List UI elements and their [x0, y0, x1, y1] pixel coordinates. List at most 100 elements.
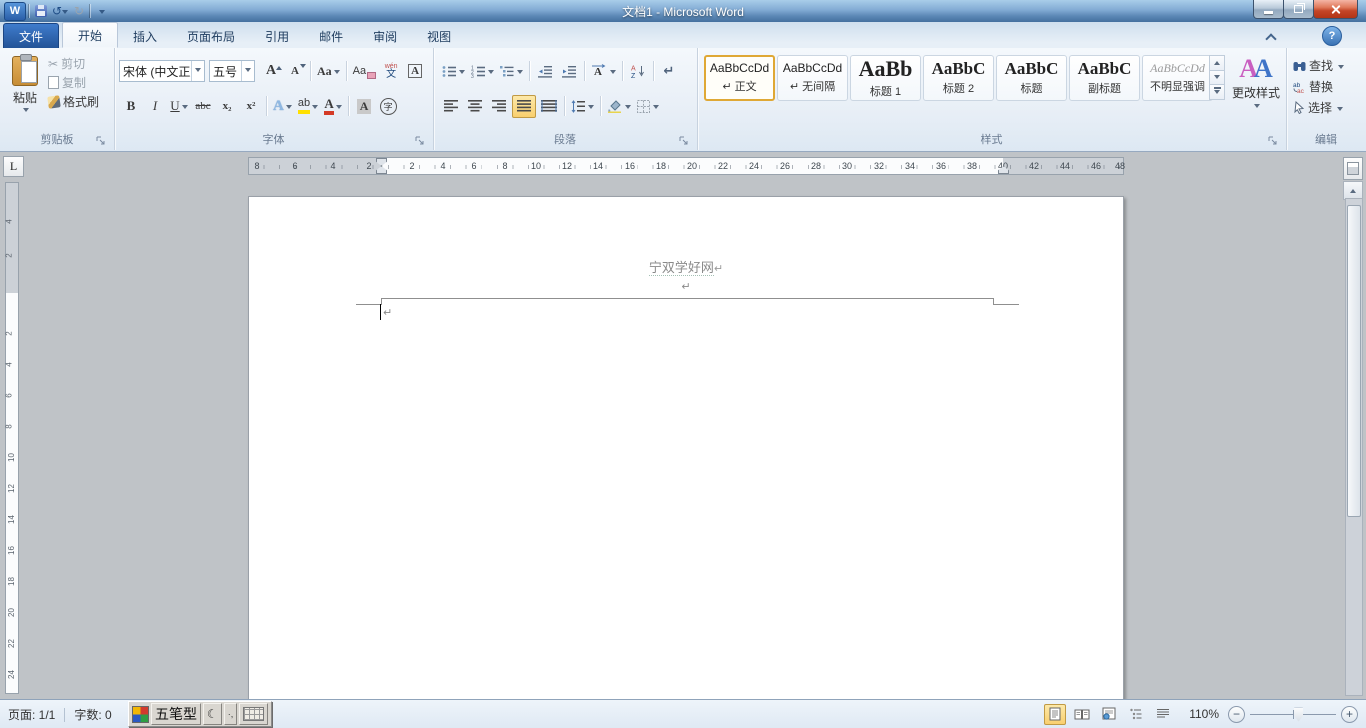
align-left-button[interactable]: [440, 96, 462, 117]
ribbon-tab[interactable]: 页面布局: [172, 25, 250, 48]
ribbon-tab[interactable]: 审阅: [358, 25, 412, 48]
ime-fullhalf-button[interactable]: ☾: [203, 703, 222, 725]
font-size-combo[interactable]: 五号: [209, 60, 255, 82]
chevron-down-icon[interactable]: [459, 70, 465, 77]
chevron-down-icon[interactable]: [286, 105, 292, 112]
font-dialog-launcher[interactable]: [415, 136, 425, 146]
page-indicator[interactable]: 页面: 1/1: [8, 706, 55, 723]
zoom-level[interactable]: 110%: [1189, 707, 1219, 721]
style-card[interactable]: AaBbC 标题: [996, 55, 1067, 101]
line-spacing-button[interactable]: [569, 96, 596, 117]
zoom-in-button[interactable]: +: [1341, 706, 1358, 723]
styles-dialog-launcher[interactable]: [1268, 136, 1278, 146]
ribbon-tab[interactable]: 开始: [62, 22, 118, 48]
zoom-slider-thumb[interactable]: [1294, 708, 1303, 722]
chevron-down-icon[interactable]: [191, 61, 204, 81]
underline-button[interactable]: U: [168, 96, 190, 117]
gallery-up-button[interactable]: [1209, 55, 1225, 71]
collapse-ribbon-button[interactable]: [1264, 31, 1278, 43]
style-card[interactable]: AaBbC 标题 2: [923, 55, 994, 101]
multilevel-list-button[interactable]: [498, 61, 525, 82]
help-button[interactable]: ?: [1322, 26, 1342, 46]
view-web-layout-button[interactable]: [1098, 704, 1120, 725]
font-color-button[interactable]: A: [322, 96, 344, 117]
ime-logo-icon[interactable]: [132, 706, 149, 723]
chevron-down-icon[interactable]: [488, 70, 494, 77]
bold-button[interactable]: B: [120, 96, 142, 117]
decrease-indent-button[interactable]: [534, 61, 556, 82]
replace-button[interactable]: abac 替换: [1293, 77, 1344, 96]
sort-button[interactable]: AZ: [627, 61, 649, 82]
chevron-down-icon[interactable]: [336, 105, 342, 112]
chevron-down-icon[interactable]: [312, 105, 318, 112]
find-button[interactable]: 查找: [1293, 56, 1344, 75]
tab-stop-selector[interactable]: L: [3, 156, 24, 177]
character-shading-button[interactable]: A: [353, 96, 375, 117]
increase-indent-button[interactable]: [558, 61, 580, 82]
align-center-button[interactable]: [464, 96, 486, 117]
ime-mode-button[interactable]: 五笔型: [151, 703, 201, 725]
change-styles-button[interactable]: AA 更改样式: [1230, 52, 1282, 134]
align-right-button[interactable]: [488, 96, 510, 117]
grow-font-button[interactable]: A: [260, 61, 282, 82]
zoom-slider[interactable]: [1250, 707, 1336, 722]
clipboard-dialog-launcher[interactable]: [96, 136, 106, 146]
strikethrough-button[interactable]: abc: [192, 96, 214, 117]
ribbon-tab[interactable]: 视图: [412, 25, 466, 48]
style-card[interactable]: AaBbCcDd 不明显强调: [1142, 55, 1213, 101]
chevron-down-icon[interactable]: [182, 105, 188, 112]
text-highlight-button[interactable]: ab: [296, 96, 320, 117]
vertical-ruler[interactable]: 42 24681012141618202224: [5, 182, 19, 694]
text-effects-button[interactable]: A: [271, 96, 294, 117]
header-text-line[interactable]: 宁双学好网↵: [249, 257, 1123, 276]
ime-softkeyboard-button[interactable]: [239, 703, 268, 725]
cut-button[interactable]: ✂剪切: [48, 54, 112, 73]
ribbon-tab[interactable]: 插入: [118, 25, 172, 48]
chevron-down-icon[interactable]: [625, 105, 631, 112]
chevron-down-icon[interactable]: [653, 105, 659, 112]
style-card[interactable]: AaBbCcDd ↵ 无间隔: [777, 55, 848, 101]
show-marks-button[interactable]: ↵: [658, 61, 680, 82]
subscript-button[interactable]: x₂: [216, 96, 238, 117]
chevron-down-icon[interactable]: [588, 105, 594, 112]
gallery-more-button[interactable]: [1209, 84, 1225, 100]
superscript-button[interactable]: x²: [240, 96, 262, 117]
numbering-button[interactable]: 123: [469, 61, 496, 82]
gallery-down-button[interactable]: [1209, 70, 1225, 86]
style-card[interactable]: AaBbC 副标题: [1069, 55, 1140, 101]
paste-button[interactable]: 粘贴: [4, 52, 46, 130]
ribbon-tab[interactable]: 邮件: [304, 25, 358, 48]
shrink-font-button[interactable]: A: [284, 61, 306, 82]
view-fullscreen-reading-button[interactable]: [1071, 704, 1093, 725]
view-draft-button[interactable]: [1152, 704, 1174, 725]
paragraph-dialog-launcher[interactable]: [679, 136, 689, 146]
copy-button[interactable]: 复制: [48, 73, 112, 92]
clear-formatting-button[interactable]: Aa: [351, 61, 378, 82]
enclose-characters-button[interactable]: 字: [377, 96, 399, 117]
bullets-button[interactable]: [440, 61, 467, 82]
close-button[interactable]: [1313, 0, 1358, 19]
restore-button[interactable]: [1283, 0, 1314, 19]
style-card[interactable]: AaBbCcDd ↵ 正文: [704, 55, 775, 101]
style-card[interactable]: AaBb 标题 1: [850, 55, 921, 101]
scrollbar-thumb[interactable]: [1347, 205, 1361, 517]
character-border-button[interactable]: A: [404, 61, 426, 82]
distribute-button[interactable]: [538, 96, 560, 117]
word-count[interactable]: 字数: 0: [74, 706, 111, 723]
change-case-button[interactable]: Aa: [315, 61, 342, 82]
shading-button[interactable]: [605, 96, 633, 117]
borders-button[interactable]: [635, 96, 661, 117]
phonetic-guide-button[interactable]: wén文: [380, 61, 402, 82]
ime-punctuation-button[interactable]: ·,: [224, 703, 238, 725]
select-button[interactable]: 选择: [1293, 98, 1344, 117]
document-page[interactable]: 宁双学好网↵ ↵ ↵: [248, 196, 1124, 700]
toggle-ruler-button[interactable]: [1343, 157, 1363, 180]
view-print-layout-button[interactable]: [1044, 704, 1066, 725]
chevron-down-icon[interactable]: [241, 61, 254, 81]
font-name-combo[interactable]: 宋体 (中文正文: [119, 60, 205, 82]
view-outline-button[interactable]: [1125, 704, 1147, 725]
ribbon-tab[interactable]: 引用: [250, 25, 304, 48]
horizontal-ruler[interactable]: 8642 24681012141618202224262830323436384…: [248, 157, 1124, 175]
zoom-out-button[interactable]: −: [1228, 706, 1245, 723]
justify-button[interactable]: [512, 95, 536, 118]
